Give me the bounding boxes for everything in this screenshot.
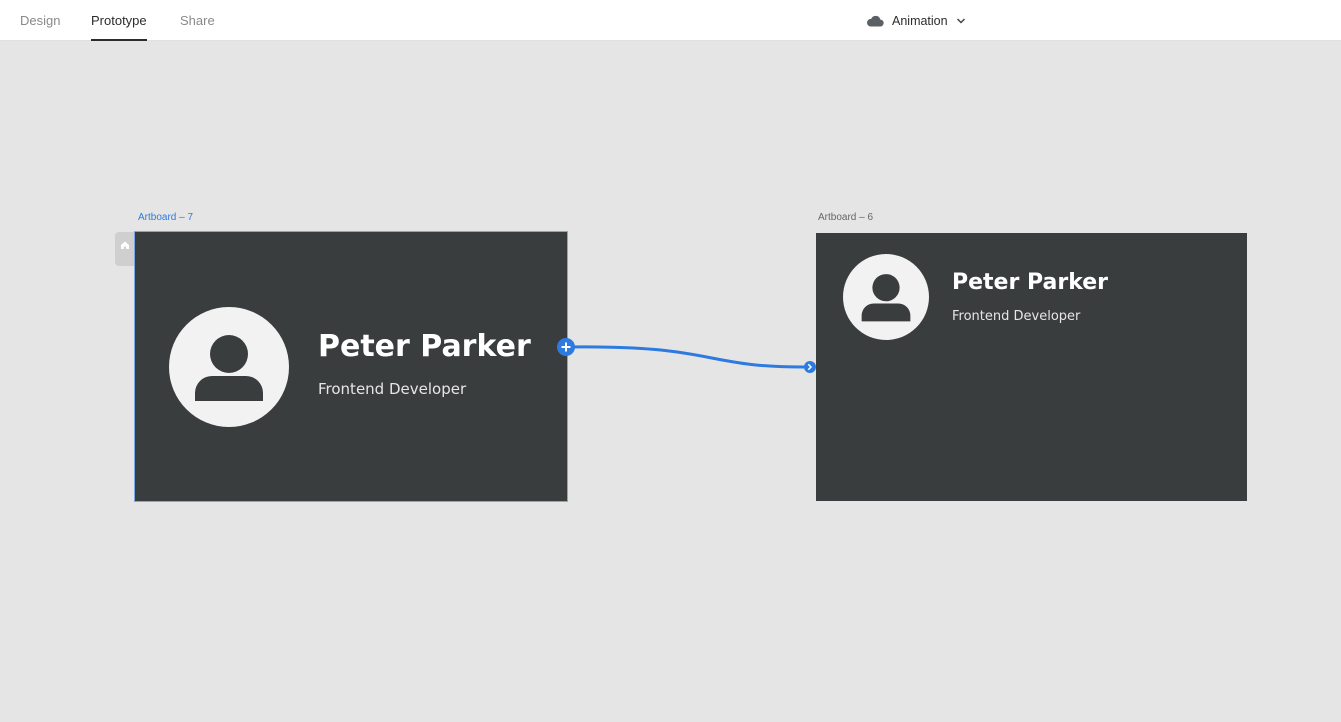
avatar <box>843 254 929 340</box>
profile-role: Frontend Developer <box>952 309 1081 324</box>
artboard-6[interactable]: Peter Parker Frontend Developer <box>816 233 1247 501</box>
user-icon <box>195 335 263 401</box>
profile-role: Frontend Developer <box>318 380 467 398</box>
cloud-icon <box>866 15 884 27</box>
home-artboard-marker[interactable] <box>115 232 135 266</box>
user-icon <box>861 274 911 322</box>
top-bar: Design Prototype Share Animation <box>0 0 1341 41</box>
tab-prototype[interactable]: Prototype <box>91 0 147 41</box>
artboard-label-7[interactable]: Artboard – 7 <box>138 212 193 223</box>
artboard-7[interactable]: Peter Parker Frontend Developer <box>134 231 568 502</box>
avatar <box>169 307 289 427</box>
tab-design[interactable]: Design <box>20 0 60 41</box>
chevron-down-icon <box>956 17 966 25</box>
document-title: Animation <box>892 13 948 28</box>
artboard-label-6[interactable]: Artboard – 6 <box>818 212 873 223</box>
profile-name: Peter Parker <box>318 329 531 364</box>
wire-target-arrow-icon[interactable] <box>804 361 816 373</box>
tab-share[interactable]: Share <box>180 0 215 41</box>
profile-name: Peter Parker <box>952 270 1109 295</box>
document-title-dropdown[interactable]: Animation <box>866 0 966 41</box>
